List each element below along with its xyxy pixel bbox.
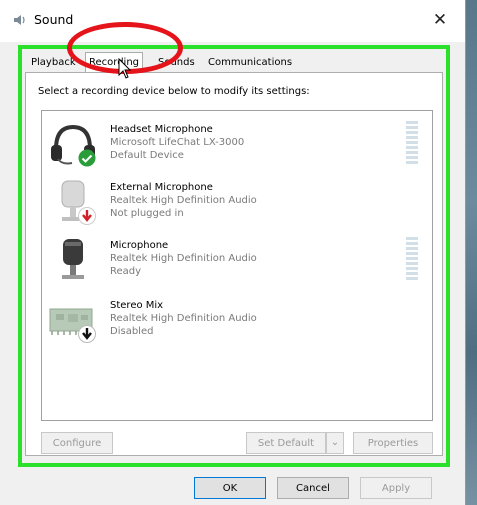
device-info: Headset Microphone Microsoft LifeChat LX… bbox=[110, 123, 244, 162]
device-name: External Microphone bbox=[110, 182, 213, 193]
device-list[interactable]: Headset Microphone Microsoft LifeChat LX… bbox=[41, 110, 433, 421]
check-badge-icon bbox=[78, 149, 96, 167]
device-item-headset-microphone[interactable]: Headset Microphone Microsoft LifeChat LX… bbox=[42, 113, 432, 169]
device-info: Stereo Mix Realtek High Definition Audio… bbox=[110, 299, 257, 338]
device-item-external-microphone[interactable]: External Microphone Realtek High Definit… bbox=[42, 171, 432, 227]
device-status: Default Device bbox=[110, 150, 184, 161]
device-driver: Microsoft LifeChat LX-3000 bbox=[110, 137, 245, 148]
device-name: Headset Microphone bbox=[110, 124, 213, 135]
chevron-down-icon: ⌄ bbox=[330, 437, 340, 448]
apply-button[interactable]: Apply bbox=[360, 477, 432, 499]
device-name: Microphone bbox=[110, 240, 169, 251]
microphone-icon bbox=[62, 239, 84, 279]
device-driver: Realtek High Definition Audio bbox=[110, 253, 257, 264]
device-name: Stereo Mix bbox=[110, 300, 164, 311]
properties-button[interactable]: Properties bbox=[353, 432, 433, 454]
device-status: Not plugged in bbox=[110, 208, 184, 219]
level-meter bbox=[406, 237, 418, 281]
down-arrow-badge-icon bbox=[78, 325, 96, 343]
set-default-dropdown[interactable]: ⌄ bbox=[326, 432, 344, 454]
device-driver: Realtek High Definition Audio bbox=[110, 195, 257, 206]
red-down-arrow-badge-icon bbox=[78, 207, 96, 225]
device-driver: Realtek High Definition Audio bbox=[110, 313, 257, 324]
close-button[interactable]: ✕ bbox=[423, 6, 457, 34]
device-info: Microphone Realtek High Definition Audio… bbox=[110, 239, 257, 278]
sound-dialog: Sound ✕ Playback Recording Sounds Commun… bbox=[0, 0, 466, 505]
device-status: Ready bbox=[110, 266, 142, 277]
mouse-cursor-icon bbox=[118, 58, 132, 79]
configure-button[interactable]: Configure bbox=[41, 432, 113, 454]
instruction-text: Select a recording device below to modif… bbox=[38, 86, 310, 97]
ok-button[interactable]: OK bbox=[194, 477, 266, 499]
device-info: External Microphone Realtek High Definit… bbox=[110, 181, 257, 220]
cancel-button[interactable]: Cancel bbox=[277, 477, 349, 499]
close-icon: ✕ bbox=[432, 10, 448, 30]
level-meter bbox=[406, 121, 418, 165]
set-default-button[interactable]: Set Default bbox=[246, 432, 326, 454]
tab-communications[interactable]: Communications bbox=[205, 54, 295, 71]
title-bar: Sound ✕ bbox=[0, 0, 465, 42]
device-item-stereo-mix[interactable]: Stereo Mix Realtek High Definition Audio… bbox=[42, 289, 432, 345]
window-title: Sound bbox=[34, 12, 74, 27]
device-item-microphone[interactable]: Microphone Realtek High Definition Audio… bbox=[42, 229, 432, 285]
device-status: Disabled bbox=[110, 326, 154, 337]
speaker-icon bbox=[14, 15, 25, 25]
